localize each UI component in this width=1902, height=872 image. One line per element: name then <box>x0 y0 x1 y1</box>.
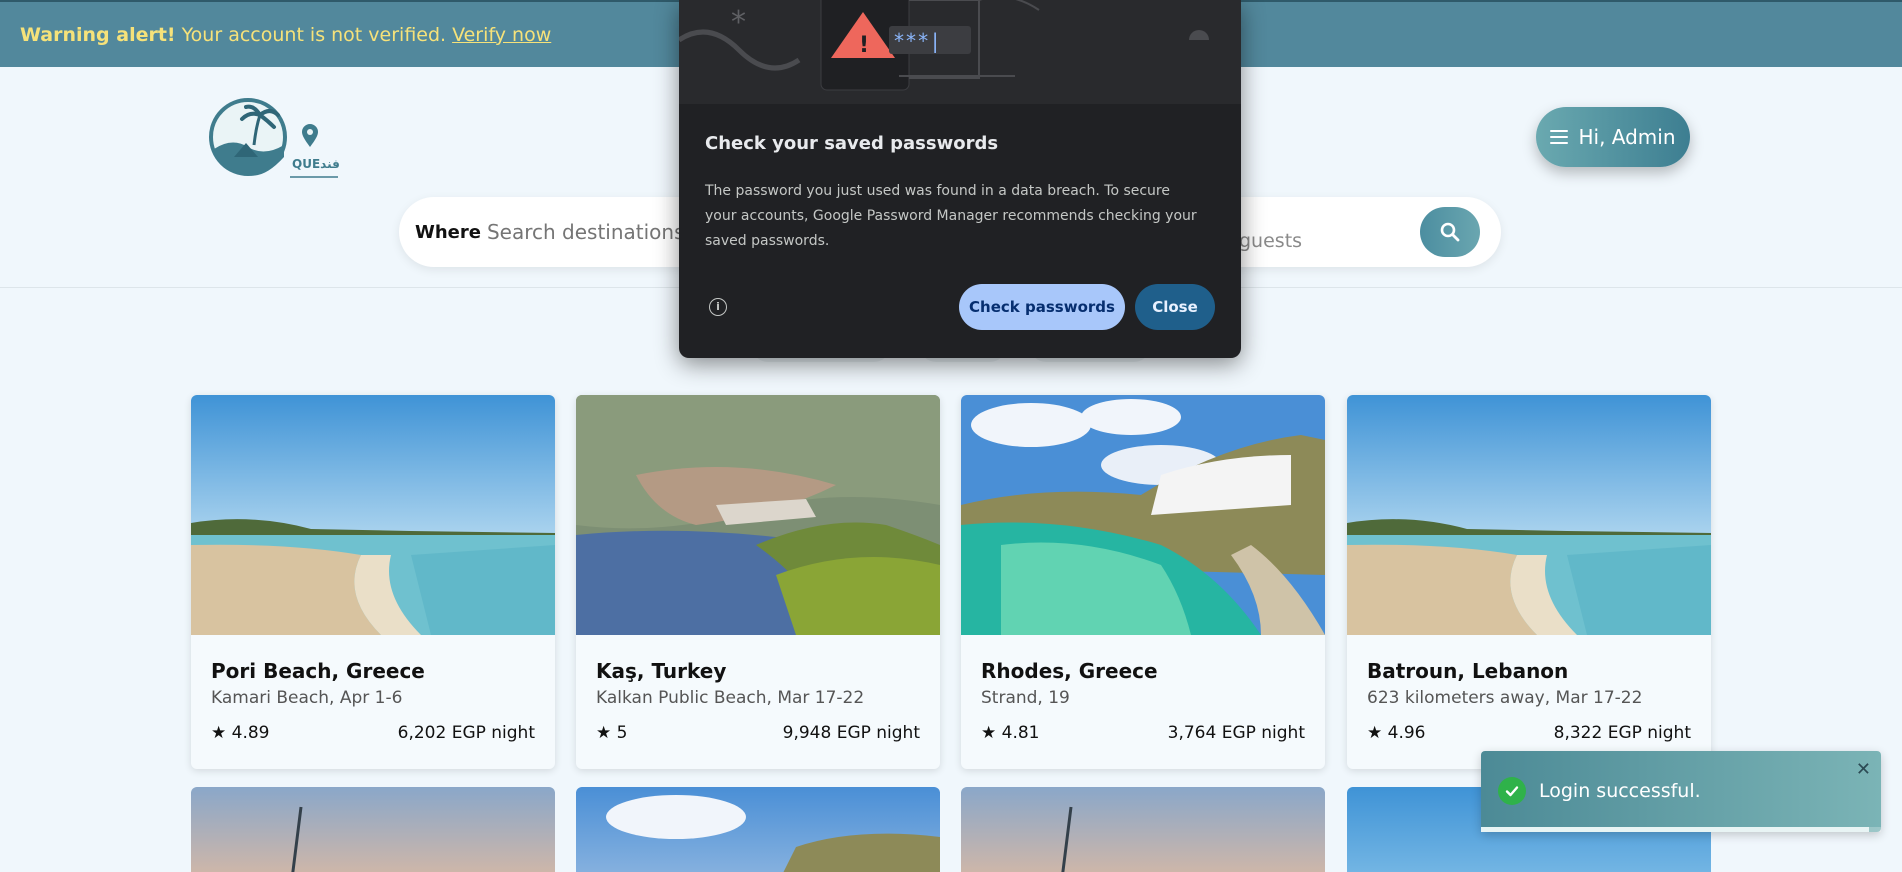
listing-image <box>1347 395 1711 635</box>
toast-message: Login successful. <box>1539 780 1701 802</box>
close-icon[interactable]: ✕ <box>1856 759 1871 780</box>
listing-price: 8,322 EGP night <box>1553 723 1691 743</box>
warning-alert-text: Your account is not verified. <box>181 23 447 46</box>
listing-image <box>576 395 940 635</box>
listing-card[interactable]: Rhodes, Greece Strand, 19 ★ 4.81 3,764 E… <box>961 395 1325 769</box>
search-button[interactable] <box>1420 207 1480 257</box>
listing-price: 3,764 EGP night <box>1167 723 1305 743</box>
admin-menu-button[interactable]: Hi, Admin <box>1536 107 1690 167</box>
listing-subtitle: Strand, 19 <box>981 688 1070 708</box>
warning-alert-label: Warning alert! <box>20 23 176 46</box>
listing-card[interactable]: Pori Beach, Greece Kamari Beach, Apr 1-6… <box>191 395 555 769</box>
listing-price: 9,948 EGP night <box>782 723 920 743</box>
listing-subtitle: Kalkan Public Beach, Mar 17-22 <box>596 688 865 708</box>
search-destination-input[interactable] <box>486 220 707 244</box>
logo-text: QUEفند <box>292 157 340 171</box>
site-logo[interactable]: QUEفند <box>208 97 340 179</box>
guests-field[interactable]: guests <box>1239 230 1302 252</box>
listing-image <box>1061 806 1073 872</box>
check-passwords-button[interactable]: Check passwords <box>959 284 1125 330</box>
listing-image <box>291 806 303 872</box>
listing-rating: ★ 4.89 <box>211 723 270 743</box>
svg-text:*: * <box>731 5 746 40</box>
password-breach-illustration: * ! ***| <box>679 0 1241 104</box>
admin-menu-label: Hi, Admin <box>1578 125 1676 149</box>
check-passwords-dialog: * ! ***| Check your saved passwords The … <box>679 0 1241 358</box>
hamburger-icon <box>1550 130 1569 144</box>
check-icon <box>1498 777 1526 805</box>
listing-rating: ★ 4.96 <box>1367 723 1426 743</box>
listing-image <box>191 395 555 635</box>
dialog-title: Check your saved passwords <box>705 133 999 154</box>
password-field-mask: ***| <box>893 29 941 53</box>
login-success-toast: Login successful. ✕ <box>1481 751 1881 832</box>
svg-text:!: ! <box>859 33 869 58</box>
listing-rating: ★ 5 <box>596 723 628 743</box>
verify-now-link[interactable]: Verify now <box>452 24 551 46</box>
toast-progress-bar <box>1481 827 1881 832</box>
info-icon[interactable]: i <box>709 298 727 316</box>
listing-title: Pori Beach, Greece <box>211 659 425 683</box>
search-icon <box>1440 222 1460 242</box>
listing-rating: ★ 4.81 <box>981 723 1040 743</box>
listing-subtitle: Kamari Beach, Apr 1-6 <box>211 688 403 708</box>
dialog-message: The password you just used was found in … <box>705 183 1197 249</box>
listing-card[interactable] <box>576 787 940 872</box>
toast-progress-fill <box>1481 827 1869 832</box>
listing-card[interactable]: Kaş, Turkey Kalkan Public Beach, Mar 17-… <box>576 395 940 769</box>
listing-subtitle: 623 kilometers away, Mar 17-22 <box>1367 688 1643 708</box>
listing-title: Batroun, Lebanon <box>1367 659 1569 683</box>
listing-image <box>606 795 940 872</box>
close-button[interactable]: Close <box>1135 284 1215 330</box>
listing-card[interactable]: Batroun, Lebanon 623 kilometers away, Ma… <box>1347 395 1711 769</box>
listing-title: Rhodes, Greece <box>981 659 1158 683</box>
search-where-label: Where <box>415 221 481 243</box>
listing-title: Kaş, Turkey <box>596 659 727 683</box>
listing-image <box>961 395 1325 635</box>
listing-card[interactable] <box>191 787 555 872</box>
listing-price: 6,202 EGP night <box>397 723 535 743</box>
listing-card[interactable] <box>961 787 1325 872</box>
